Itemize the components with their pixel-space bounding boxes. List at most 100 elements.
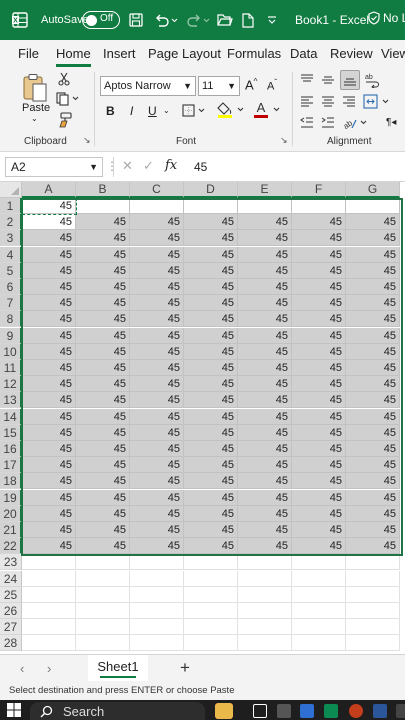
cell-g14[interactable]: 45: [346, 408, 400, 425]
sheet-prev-icon[interactable]: ‹: [20, 661, 24, 676]
cell-g15[interactable]: 45: [346, 424, 400, 441]
tab-review[interactable]: Review: [330, 46, 373, 61]
cell-a22[interactable]: 45: [22, 538, 76, 555]
cell-c14[interactable]: 45: [130, 408, 184, 425]
cell-d19[interactable]: 45: [184, 489, 238, 506]
cell-e16[interactable]: 45: [238, 441, 292, 457]
cell-f10[interactable]: 45: [292, 343, 346, 360]
cell-c8[interactable]: 45: [130, 311, 184, 328]
cell-c16[interactable]: 45: [130, 441, 184, 457]
cell-d23[interactable]: [184, 554, 238, 571]
cell-c25[interactable]: [130, 586, 184, 603]
cell-b2[interactable]: 45: [76, 214, 130, 231]
cell-c21[interactable]: 45: [130, 522, 184, 538]
row-header-17[interactable]: 17: [0, 457, 22, 474]
underline-button[interactable]: U: [148, 104, 157, 118]
cell-e26[interactable]: [238, 603, 292, 619]
cell-c5[interactable]: 45: [130, 262, 184, 279]
cell-b17[interactable]: 45: [76, 457, 130, 474]
cell-g19[interactable]: 45: [346, 489, 400, 506]
cell-a7[interactable]: 45: [22, 295, 76, 312]
insert-function-button[interactable]: fx: [165, 158, 177, 173]
powerpoint-taskbar-icon[interactable]: [349, 704, 363, 718]
name-box[interactable]: A2 ▼: [5, 157, 103, 177]
cell-e12[interactable]: 45: [238, 376, 292, 393]
cell-b25[interactable]: [76, 586, 130, 603]
cell-g1[interactable]: [346, 198, 400, 214]
tab-file[interactable]: File: [18, 46, 39, 61]
open-folder-icon[interactable]: [216, 11, 234, 29]
cell-d6[interactable]: 45: [184, 279, 238, 295]
cell-d14[interactable]: 45: [184, 408, 238, 425]
cell-a10[interactable]: 45: [22, 343, 76, 360]
cell-d13[interactable]: 45: [184, 392, 238, 409]
cell-f18[interactable]: 45: [292, 473, 346, 490]
cell-f20[interactable]: 45: [292, 505, 346, 522]
cell-d16[interactable]: 45: [184, 441, 238, 457]
cell-d11[interactable]: 45: [184, 360, 238, 376]
column-header-g[interactable]: G: [346, 182, 400, 198]
row-header-22[interactable]: 22: [0, 538, 22, 555]
cell-e23[interactable]: [238, 554, 292, 571]
cell-b20[interactable]: 45: [76, 505, 130, 522]
cell-f2[interactable]: 45: [292, 214, 346, 231]
cell-c19[interactable]: 45: [130, 489, 184, 506]
cell-c15[interactable]: 45: [130, 424, 184, 441]
cell-f19[interactable]: 45: [292, 489, 346, 506]
task-view-icon[interactable]: [253, 704, 267, 718]
cell-d22[interactable]: 45: [184, 538, 238, 555]
cell-b21[interactable]: 45: [76, 522, 130, 538]
borders-icon[interactable]: [182, 104, 208, 118]
cell-g18[interactable]: 45: [346, 473, 400, 490]
cell-b7[interactable]: 45: [76, 295, 130, 312]
row-header-20[interactable]: 20: [0, 505, 22, 522]
merge-center-icon[interactable]: [363, 94, 391, 110]
cell-b16[interactable]: 45: [76, 441, 130, 457]
cell-f3[interactable]: 45: [292, 230, 346, 247]
paste-button[interactable]: Paste: [22, 102, 50, 114]
cell-e13[interactable]: 45: [238, 392, 292, 409]
cell-b12[interactable]: 45: [76, 376, 130, 393]
cell-g9[interactable]: 45: [346, 327, 400, 344]
app-icon[interactable]: [396, 704, 405, 718]
cell-c28[interactable]: [130, 635, 184, 652]
font-size-select[interactable]: 11 ▼: [198, 76, 240, 96]
cell-d3[interactable]: 45: [184, 230, 238, 247]
cell-e8[interactable]: 45: [238, 311, 292, 328]
cell-b14[interactable]: 45: [76, 408, 130, 425]
cell-b27[interactable]: [76, 619, 130, 636]
cell-f23[interactable]: [292, 554, 346, 571]
cell-f21[interactable]: 45: [292, 522, 346, 538]
clipboard-launcher-icon[interactable]: ↘: [83, 135, 91, 146]
cell-b9[interactable]: 45: [76, 327, 130, 344]
cell-g10[interactable]: 45: [346, 343, 400, 360]
cell-c7[interactable]: 45: [130, 295, 184, 312]
row-header-12[interactable]: 12: [0, 376, 22, 393]
cell-a9[interactable]: 45: [22, 327, 76, 344]
cell-c11[interactable]: 45: [130, 360, 184, 376]
cell-f27[interactable]: [292, 619, 346, 636]
column-header-b[interactable]: B: [76, 182, 130, 198]
cell-b26[interactable]: [76, 603, 130, 619]
cell-g26[interactable]: [346, 603, 400, 619]
cell-f24[interactable]: [292, 570, 346, 587]
cell-a21[interactable]: 45: [22, 522, 76, 538]
cell-e10[interactable]: 45: [238, 343, 292, 360]
cell-e9[interactable]: 45: [238, 327, 292, 344]
cell-e11[interactable]: 45: [238, 360, 292, 376]
cell-d28[interactable]: [184, 635, 238, 652]
row-header-25[interactable]: 25: [0, 586, 22, 603]
excel-taskbar-icon[interactable]: [324, 704, 338, 718]
wrap-text-icon[interactable]: ab: [365, 72, 381, 88]
cell-c20[interactable]: 45: [130, 505, 184, 522]
copy-icon[interactable]: [56, 92, 80, 106]
cell-g3[interactable]: 45: [346, 230, 400, 247]
cell-g17[interactable]: 45: [346, 457, 400, 474]
paste-icon[interactable]: [20, 72, 50, 104]
cell-c26[interactable]: [130, 603, 184, 619]
windows-start-icon[interactable]: [7, 703, 21, 717]
cell-b28[interactable]: [76, 635, 130, 652]
cell-g25[interactable]: [346, 586, 400, 603]
sheet-tab-sheet1[interactable]: Sheet1: [88, 655, 148, 681]
bold-button[interactable]: B: [106, 104, 115, 118]
